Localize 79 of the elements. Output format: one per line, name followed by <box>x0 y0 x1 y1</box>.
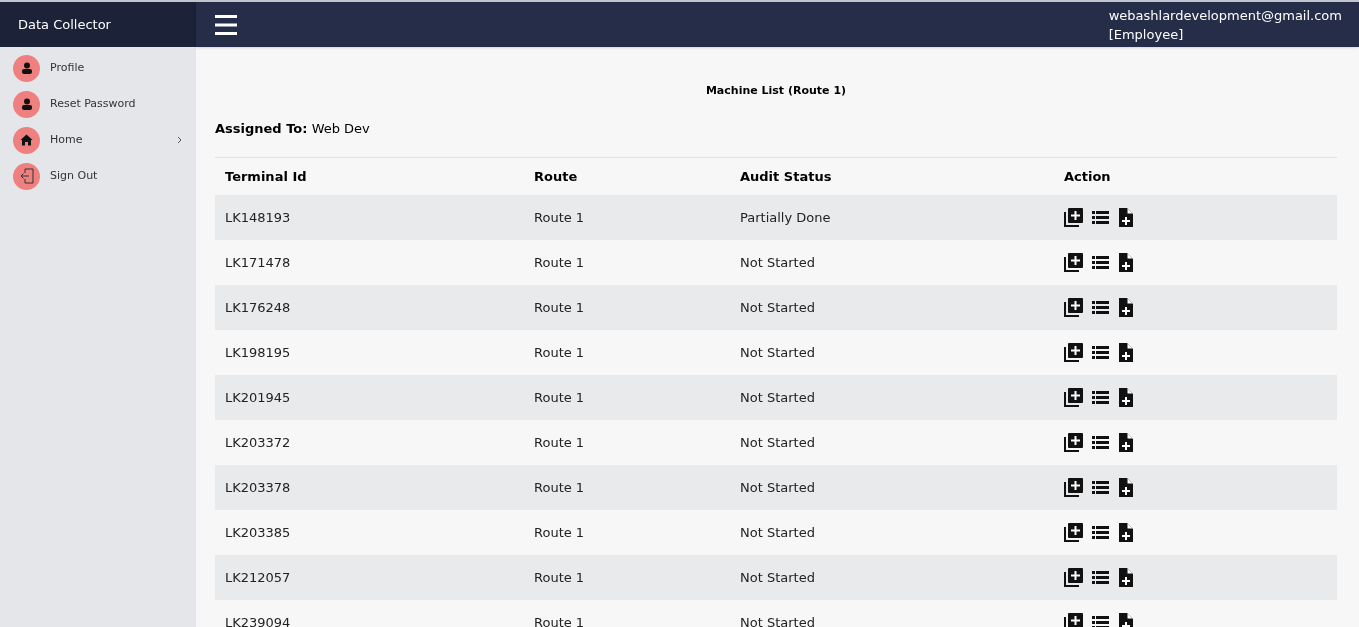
route-cell: Route 1 <box>534 389 585 405</box>
audit-status-cell: Not Started <box>740 569 815 585</box>
add-file-icon[interactable] <box>1118 298 1133 317</box>
terminal-id-cell: LK203385 <box>225 524 291 540</box>
add-file-icon[interactable] <box>1118 613 1133 627</box>
list-icon[interactable] <box>1092 526 1109 539</box>
audit-status-cell: Partially Done <box>740 209 831 225</box>
terminal-id-cell: LK239094 <box>225 614 291 627</box>
list-icon[interactable] <box>1092 391 1109 404</box>
list-icon[interactable] <box>1092 571 1109 584</box>
user-email: webashlardevelopment@gmail.com <box>1108 6 1342 25</box>
sign-out-icon <box>19 168 34 184</box>
sidebar-item[interactable]: Reset Password <box>0 86 196 122</box>
list-icon[interactable] <box>1092 256 1109 269</box>
chevron-right-icon <box>177 136 182 144</box>
column-header: Audit Status <box>740 168 832 184</box>
column-header: Action <box>1064 168 1111 184</box>
sidebar-item[interactable]: Sign Out <box>0 158 196 194</box>
add-file-icon[interactable] <box>1118 568 1133 587</box>
add-file-icon[interactable] <box>1118 433 1133 452</box>
route-cell: Route 1 <box>534 209 585 225</box>
route-cell: Route 1 <box>534 569 585 585</box>
route-cell: Route 1 <box>534 614 585 627</box>
audit-status-cell: Not Started <box>740 344 815 360</box>
list-icon[interactable] <box>1092 616 1109 627</box>
user-icon <box>20 62 33 74</box>
terminal-id-cell: LK198195 <box>225 344 291 360</box>
route-cell: Route 1 <box>534 524 585 540</box>
route-cell: Route 1 <box>534 434 585 450</box>
add-copy-icon[interactable] <box>1064 253 1083 272</box>
add-file-icon[interactable] <box>1118 343 1133 362</box>
column-header: Terminal Id <box>225 168 307 184</box>
audit-status-cell: Not Started <box>740 299 815 315</box>
list-icon[interactable] <box>1092 436 1109 449</box>
terminal-id-cell: LK171478 <box>225 254 291 270</box>
terminal-id-cell: LK203378 <box>225 479 291 495</box>
add-file-icon[interactable] <box>1118 523 1133 542</box>
menu-icon[interactable] <box>215 13 237 36</box>
list-icon[interactable] <box>1092 211 1109 224</box>
sidebar-item[interactable]: Home <box>0 122 196 158</box>
terminal-id-cell: LK212057 <box>225 569 291 585</box>
route-cell: Route 1 <box>534 299 585 315</box>
assigned-to-text: Assigned To: Web Dev <box>215 119 371 138</box>
add-copy-icon[interactable] <box>1064 343 1083 362</box>
add-copy-icon[interactable] <box>1064 433 1083 452</box>
terminal-id-cell: LK148193 <box>225 209 291 225</box>
route-cell: Route 1 <box>534 479 585 495</box>
add-copy-icon[interactable] <box>1064 568 1083 587</box>
list-icon[interactable] <box>1092 346 1109 359</box>
list-icon[interactable] <box>1092 481 1109 494</box>
add-file-icon[interactable] <box>1118 208 1133 227</box>
audit-status-cell: Not Started <box>740 479 815 495</box>
terminal-id-cell: LK201945 <box>225 389 291 405</box>
route-cell: Route 1 <box>534 344 585 360</box>
terminal-id-cell: LK203372 <box>225 434 291 450</box>
audit-status-cell: Not Started <box>740 254 815 270</box>
audit-status-cell: Not Started <box>740 389 815 405</box>
route-cell: Route 1 <box>534 254 585 270</box>
add-copy-icon[interactable] <box>1064 613 1083 627</box>
add-copy-icon[interactable] <box>1064 388 1083 407</box>
audit-status-cell: Not Started <box>740 434 815 450</box>
add-file-icon[interactable] <box>1118 253 1133 272</box>
home-icon <box>20 134 33 146</box>
add-copy-icon[interactable] <box>1064 298 1083 317</box>
add-copy-icon[interactable] <box>1064 208 1083 227</box>
add-copy-icon[interactable] <box>1064 523 1083 542</box>
terminal-id-cell: LK176248 <box>225 299 291 315</box>
user-icon <box>20 98 33 110</box>
user-role: [Employee] <box>1108 25 1185 44</box>
app-title: Data Collector <box>18 15 111 34</box>
add-copy-icon[interactable] <box>1064 478 1083 497</box>
add-file-icon[interactable] <box>1118 388 1133 407</box>
page-title: Machine List (Route 1) <box>704 83 848 99</box>
column-header: Route <box>534 168 578 184</box>
audit-status-cell: Not Started <box>740 524 815 540</box>
sidebar-item[interactable]: Profile <box>0 50 196 86</box>
add-file-icon[interactable] <box>1118 478 1133 497</box>
audit-status-cell: Not Started <box>740 614 815 627</box>
list-icon[interactable] <box>1092 301 1109 314</box>
